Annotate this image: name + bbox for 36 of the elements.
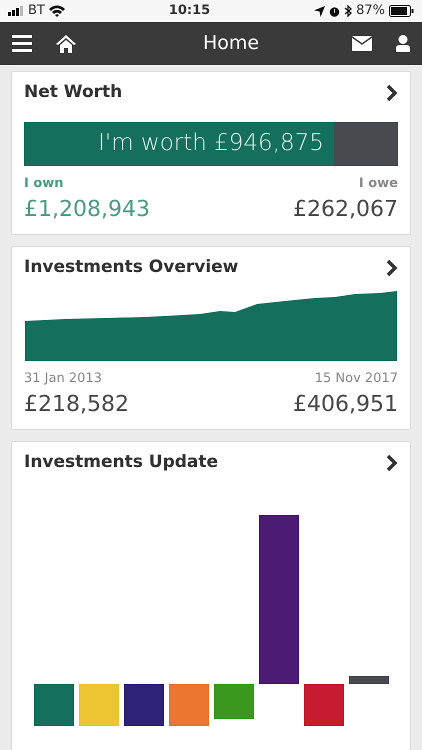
alarm-icon bbox=[329, 6, 340, 16]
start-date: 31 Jan 2013 bbox=[24, 370, 103, 388]
wifi-icon bbox=[48, 5, 65, 17]
card-title: Net Worth bbox=[24, 81, 122, 104]
bluetooth-icon bbox=[344, 5, 352, 17]
own-value: £1,208,943 bbox=[24, 196, 150, 224]
chart-bar bbox=[34, 684, 74, 726]
chart-bar bbox=[169, 684, 209, 726]
mail-icon[interactable] bbox=[352, 36, 372, 51]
menu-icon[interactable] bbox=[12, 35, 32, 52]
end-value: £406,951 bbox=[293, 391, 398, 419]
user-icon[interactable] bbox=[396, 35, 410, 52]
location-icon bbox=[314, 6, 326, 16]
card-title: Investments Update bbox=[24, 451, 218, 474]
clock-time: 10:15 bbox=[168, 2, 210, 20]
chevron-icon[interactable] bbox=[386, 258, 398, 277]
chart-bar bbox=[214, 684, 254, 718]
signal-icon bbox=[8, 6, 24, 16]
owe-value: £262,067 bbox=[293, 196, 398, 224]
owe-label: I owe bbox=[358, 174, 398, 192]
battery-icon bbox=[389, 5, 414, 17]
battery-percent: 87% bbox=[356, 2, 385, 20]
card-title: Investments Overview bbox=[24, 256, 238, 279]
chart-bar bbox=[124, 684, 164, 726]
start-value: £218,582 bbox=[24, 391, 129, 419]
own-label: I own bbox=[24, 174, 65, 192]
end-date: 15 Nov 2017 bbox=[314, 370, 398, 388]
net-worth-text: I'm worth £946,875 bbox=[98, 129, 324, 158]
chevron-icon[interactable] bbox=[386, 84, 398, 102]
chart-bar bbox=[349, 676, 389, 684]
carrier-name: BT bbox=[28, 2, 45, 20]
chart-bar bbox=[304, 684, 344, 726]
page-title: Home bbox=[202, 31, 260, 56]
chevron-icon[interactable] bbox=[386, 454, 398, 472]
home-icon[interactable] bbox=[56, 34, 76, 52]
chart-bar bbox=[79, 684, 119, 726]
